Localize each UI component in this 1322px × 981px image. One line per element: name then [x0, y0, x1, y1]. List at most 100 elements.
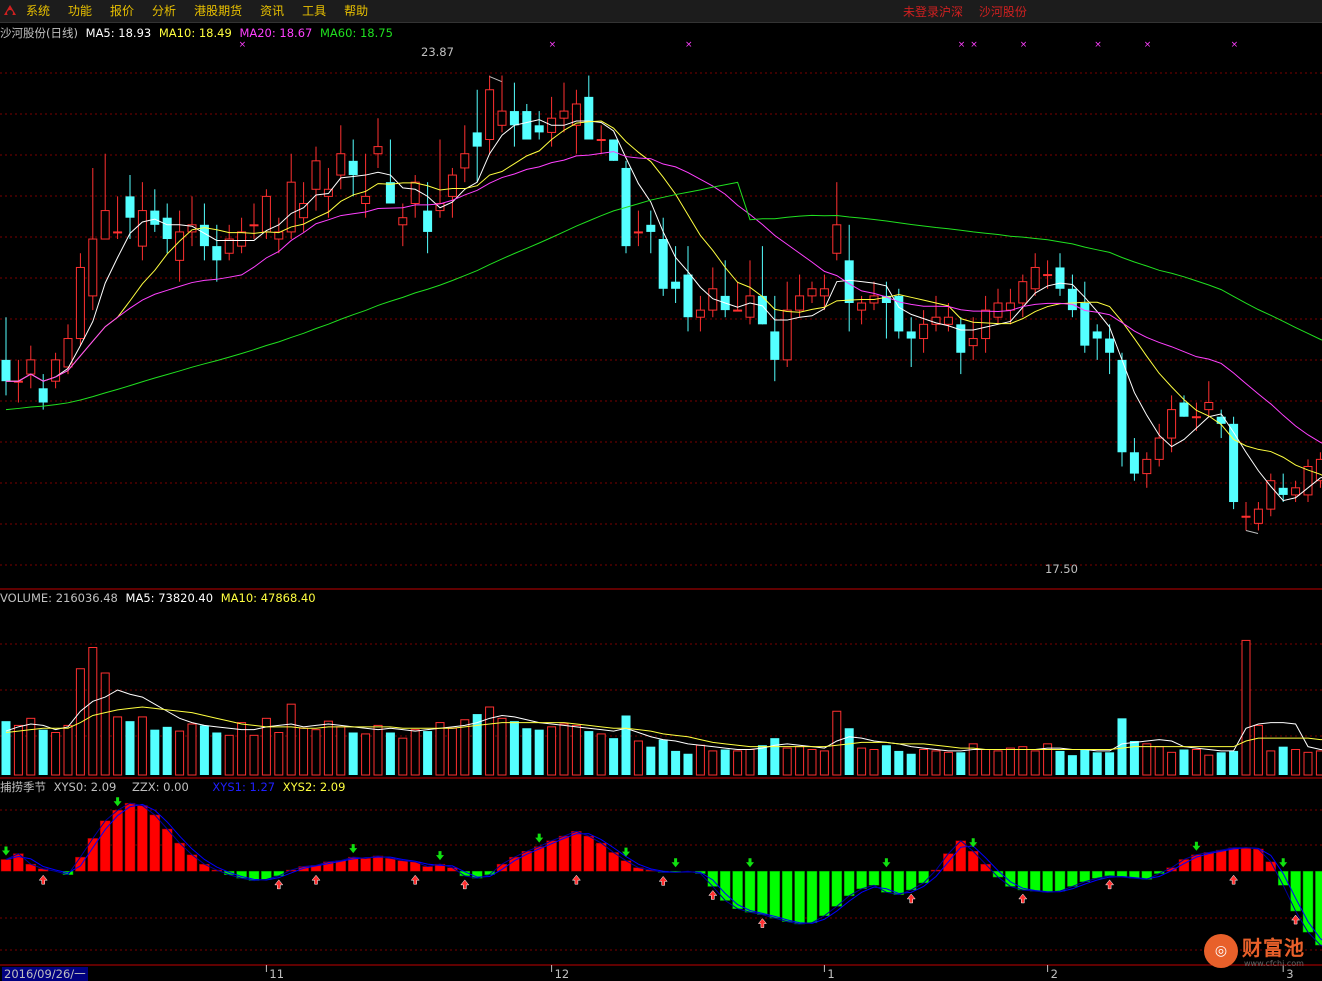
- signal-x-mark: ×: [685, 40, 693, 50]
- buy-arrow-icon: [1229, 874, 1239, 885]
- stock-chart[interactable]: × × × × × × × × ×: [0, 0, 1322, 981]
- candle-body: [175, 231, 185, 261]
- sell-arrow-icon: [746, 858, 754, 868]
- candle-body: [224, 238, 234, 254]
- xys-bar-positive: [360, 858, 371, 872]
- candle-body: [646, 224, 656, 232]
- volume-bar: [385, 732, 395, 775]
- candle-body: [1167, 409, 1177, 439]
- x-tick-label: 2: [1050, 967, 1058, 981]
- volume-bar: [683, 753, 693, 775]
- high-marker: [489, 76, 502, 83]
- volume-bar: [931, 750, 941, 776]
- ma5-legend: MA5: 18.93: [85, 26, 152, 40]
- candle-body: [658, 239, 668, 289]
- volume-bar: [150, 729, 160, 775]
- candle-body: [113, 231, 123, 234]
- buy-arrow-icon: [906, 893, 916, 904]
- low-price-label: 17.50: [1045, 562, 1078, 576]
- candle-body: [534, 125, 544, 133]
- xys-bar-negative: [868, 870, 880, 886]
- volume-bar: [571, 724, 581, 776]
- volume-bar: [13, 724, 23, 776]
- volume-bar: [1229, 750, 1239, 775]
- volume-bar: [658, 739, 668, 775]
- sell-arrow-icon: [113, 797, 122, 807]
- xys-bar-positive: [1265, 861, 1277, 872]
- buy-arrow-icon: [274, 879, 284, 890]
- volume-bar: [1291, 749, 1301, 776]
- xys-bar-negative: [781, 870, 793, 922]
- xys0-legend: XYS0: 2.09: [53, 780, 117, 794]
- watermark-text: 财富池: [1242, 936, 1305, 960]
- volume-bar: [311, 729, 321, 776]
- sell-arrow-icon: [2, 846, 10, 856]
- candle-body: [633, 231, 643, 234]
- zzx-legend: ZZX: 0.00: [131, 780, 189, 794]
- candle-body: [683, 274, 693, 318]
- volume-bar: [51, 732, 61, 776]
- volume-bar: [522, 728, 532, 775]
- candle-body: [522, 111, 532, 140]
- candle-body: [993, 302, 1003, 318]
- candle-body: [88, 238, 98, 297]
- candle-body: [1, 359, 11, 382]
- xys-bar-positive: [1240, 847, 1252, 872]
- volume-bar: [770, 738, 780, 775]
- candle-body: [1179, 402, 1189, 417]
- xys-bar-negative: [1029, 870, 1041, 892]
- volume-bar: [274, 732, 284, 776]
- sell-arrow-icon: [436, 851, 444, 861]
- volume-bar: [373, 724, 383, 776]
- signal-x-mark: ×: [239, 40, 247, 50]
- volume-bar: [187, 723, 197, 776]
- xys-bar-positive: [397, 860, 409, 872]
- main-chart-title: 沙河股份(日线): [0, 26, 78, 40]
- xys-bar-negative: [769, 870, 781, 919]
- volume-bar: [621, 715, 631, 775]
- xys1-legend: XYS1: 1.27: [212, 780, 276, 794]
- candle-body: [311, 160, 321, 190]
- buy-arrow-icon: [38, 874, 48, 885]
- xys-bar-positive: [137, 805, 148, 872]
- signal-x-mark: ×: [1144, 40, 1152, 50]
- sell-arrow-icon: [622, 847, 630, 857]
- candle-body: [1043, 274, 1053, 277]
- volume-bar: [361, 733, 371, 776]
- volume-bar: [336, 726, 346, 776]
- candle-body: [981, 309, 991, 340]
- buy-arrow-icon: [1105, 879, 1115, 890]
- volume-bar: [671, 750, 681, 775]
- candle-body: [968, 338, 978, 347]
- volume-bar: [1204, 754, 1214, 776]
- volume-bar: [547, 726, 557, 776]
- volume-bar: [1253, 724, 1263, 776]
- xys-bar-negative: [1104, 870, 1115, 877]
- candle-body: [385, 182, 395, 204]
- xys-bar-negative: [1302, 870, 1314, 933]
- volume-bar: [1018, 746, 1028, 776]
- volume-bar: [75, 668, 85, 776]
- candle-body: [795, 295, 805, 311]
- main-chart-legend: 沙河股份(日线) MA5: 18.93 MA10: 18.49 MA20: 18…: [0, 26, 393, 40]
- volume-bar: [249, 734, 259, 776]
- volume-bar: [807, 749, 817, 776]
- volume-bar: [720, 749, 730, 775]
- sell-arrow-icon: [882, 858, 891, 868]
- candle-body: [1191, 416, 1201, 419]
- candle-body: [857, 302, 867, 311]
- candle-body: [485, 89, 495, 141]
- volume-bar: [509, 721, 519, 775]
- signal-x-mark: ×: [1094, 40, 1102, 50]
- xys-bar-positive: [372, 855, 384, 872]
- sell-arrow-icon: [535, 833, 544, 843]
- volume-bar: [435, 722, 445, 776]
- volume-bar: [26, 717, 36, 776]
- volume-bar: [63, 724, 73, 776]
- candle-body: [150, 210, 160, 225]
- xys-bar-positive: [1215, 849, 1227, 872]
- buy-arrow-icon: [311, 874, 321, 885]
- volume-bar: [137, 716, 147, 776]
- volume-bar: [695, 744, 705, 776]
- volume-bar: [100, 672, 110, 776]
